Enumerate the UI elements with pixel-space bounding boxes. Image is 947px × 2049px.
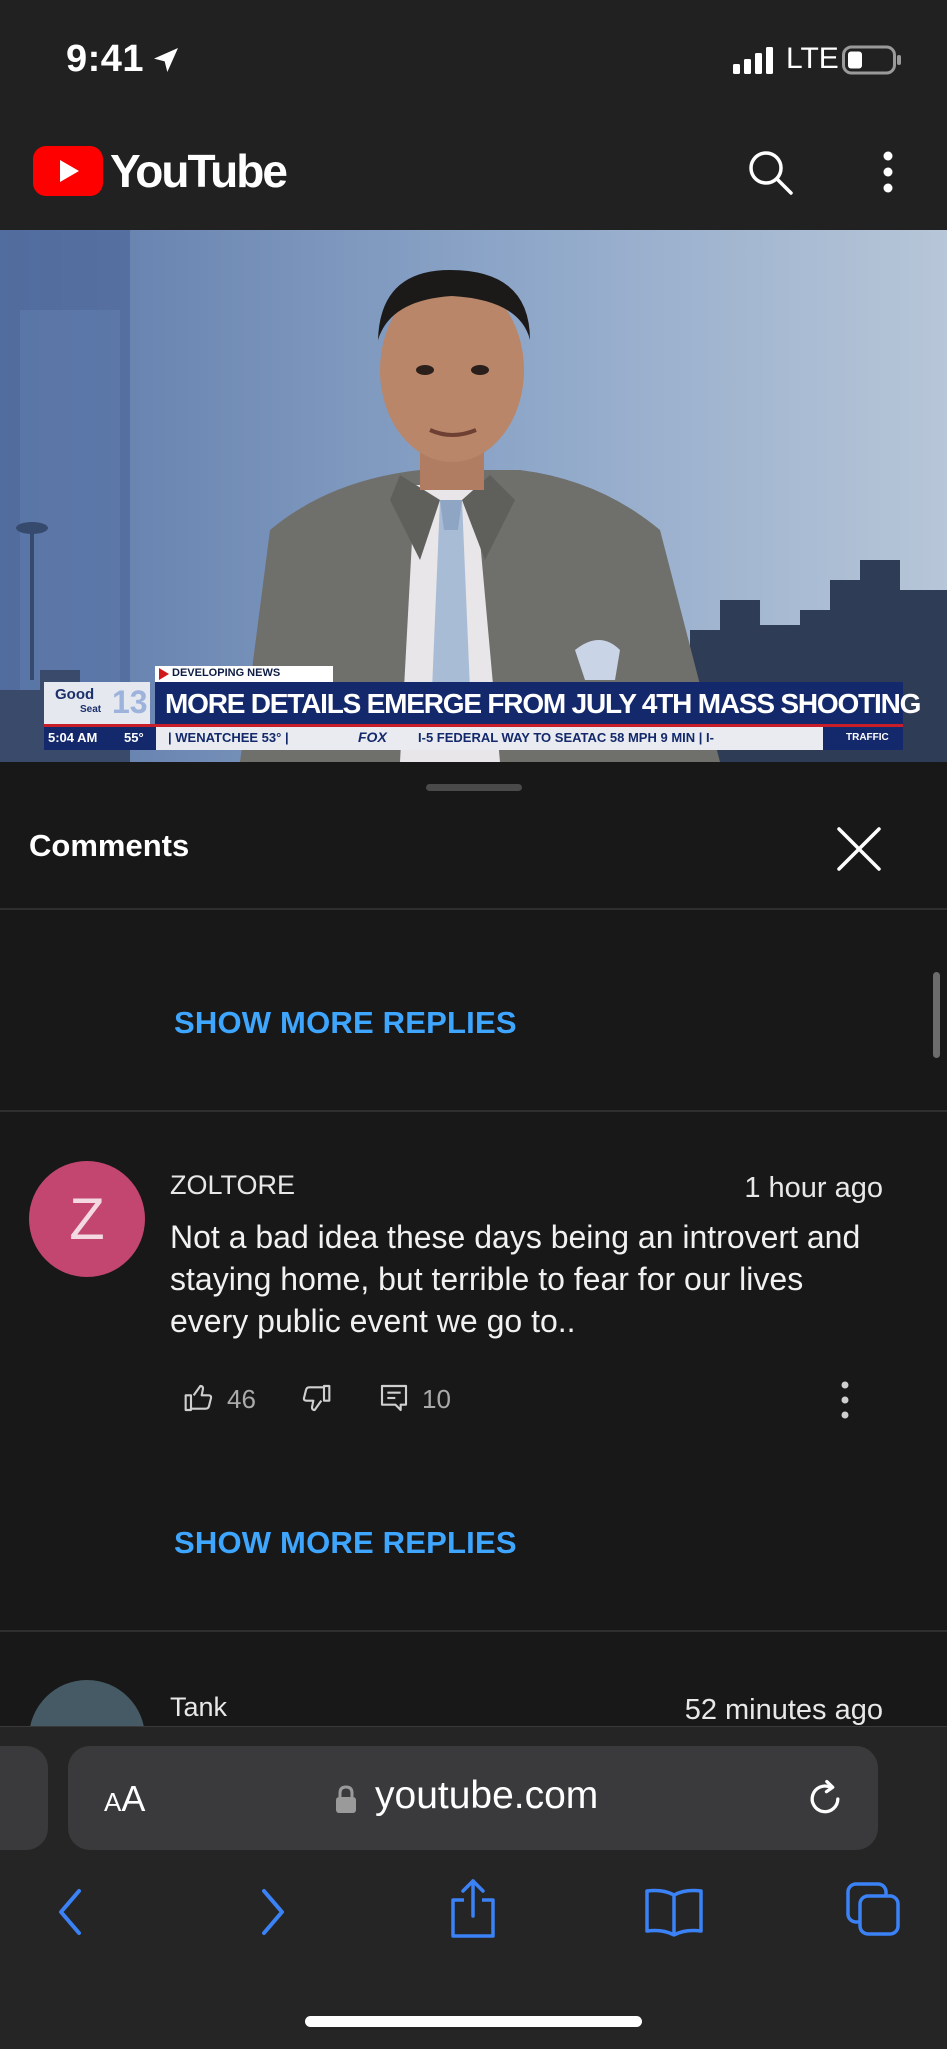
thumbs-up-icon[interactable] — [183, 1382, 215, 1414]
back-icon[interactable] — [55, 1887, 85, 1937]
search-icon[interactable] — [746, 148, 794, 196]
ticker-network: FOX — [358, 729, 387, 745]
ticker-temp: 55° — [124, 730, 144, 745]
reply-comment-icon[interactable] — [378, 1382, 410, 1414]
station-name-top: Good — [55, 686, 95, 703]
text-size-small: A — [104, 1787, 122, 1817]
location-arrow-icon — [154, 48, 178, 72]
share-icon[interactable] — [448, 1878, 498, 1940]
show-more-replies-button[interactable]: SHOW MORE REPLIES — [174, 1005, 517, 1041]
ticker-traffic: I-5 FEDERAL WAY TO SEATAC 58 MPH 9 MIN |… — [418, 730, 714, 745]
battery-icon — [842, 45, 901, 75]
reload-icon[interactable] — [803, 1777, 847, 1821]
comment-author[interactable]: Tank — [170, 1692, 227, 1723]
close-icon[interactable] — [836, 826, 882, 872]
news-tag: DEVELOPING NEWS — [172, 667, 281, 679]
header-divider — [0, 908, 947, 910]
like-count: 46 — [227, 1384, 256, 1414]
comment-author[interactable]: ZOLTORE — [170, 1170, 295, 1201]
text-size-button[interactable]: AA — [104, 1778, 145, 1820]
more-vert-icon[interactable] — [839, 1380, 851, 1420]
comment-time: 52 minutes ago — [684, 1694, 883, 1726]
avatar[interactable] — [29, 1680, 145, 1726]
youtube-play-logo[interactable] — [33, 146, 103, 196]
reply-count: 10 — [422, 1384, 451, 1414]
thumbs-down-icon[interactable] — [300, 1382, 332, 1414]
more-vert-icon[interactable] — [878, 150, 898, 194]
news-headline: MORE DETAILS EMERGE FROM JULY 4TH MASS S… — [165, 688, 921, 719]
scrollbar[interactable] — [933, 972, 940, 1058]
ticker-traffic-label: TRAFFIC — [846, 732, 889, 743]
avatar[interactable]: Z — [29, 1161, 145, 1277]
text-size-large: A — [121, 1778, 146, 1819]
avatar-letter: Z — [69, 1186, 105, 1252]
station-name-bottom: Seat — [80, 704, 102, 715]
play-triangle-icon — [159, 668, 169, 680]
ticker-weather: | WENATCHEE 53° | — [168, 730, 289, 745]
network-type: LTE — [786, 42, 839, 75]
ticker-red-line — [44, 724, 903, 727]
ticker-time: 5:04 AM — [48, 730, 98, 745]
station-channel: 13 — [112, 684, 148, 720]
video-player[interactable]: DEVELOPING NEWS Good Seat 13 MORE DETAIL… — [0, 230, 947, 762]
youtube-brand[interactable]: YouTube — [110, 144, 288, 198]
comment-divider — [0, 1110, 947, 1112]
status-time: 9:41 — [66, 38, 145, 80]
drag-handle[interactable] — [426, 784, 522, 791]
home-indicator[interactable] — [305, 2016, 642, 2027]
forward-icon[interactable] — [258, 1887, 288, 1937]
url-text[interactable]: youtube.com — [375, 1774, 598, 1818]
comment-text: Not a bad idea these days being an intro… — [170, 1219, 861, 1339]
previous-tab-preview[interactable] — [0, 1746, 48, 1850]
bookmarks-icon[interactable] — [643, 1887, 705, 1937]
tabs-icon[interactable] — [846, 1882, 902, 1938]
signal-bars-icon — [733, 47, 773, 74]
comment-divider — [0, 1630, 947, 1632]
show-more-replies-button[interactable]: SHOW MORE REPLIES — [174, 1525, 517, 1561]
comment-time: 1 hour ago — [744, 1172, 883, 1204]
comments-title: Comments — [29, 828, 190, 863]
lock-icon — [336, 1785, 356, 1813]
